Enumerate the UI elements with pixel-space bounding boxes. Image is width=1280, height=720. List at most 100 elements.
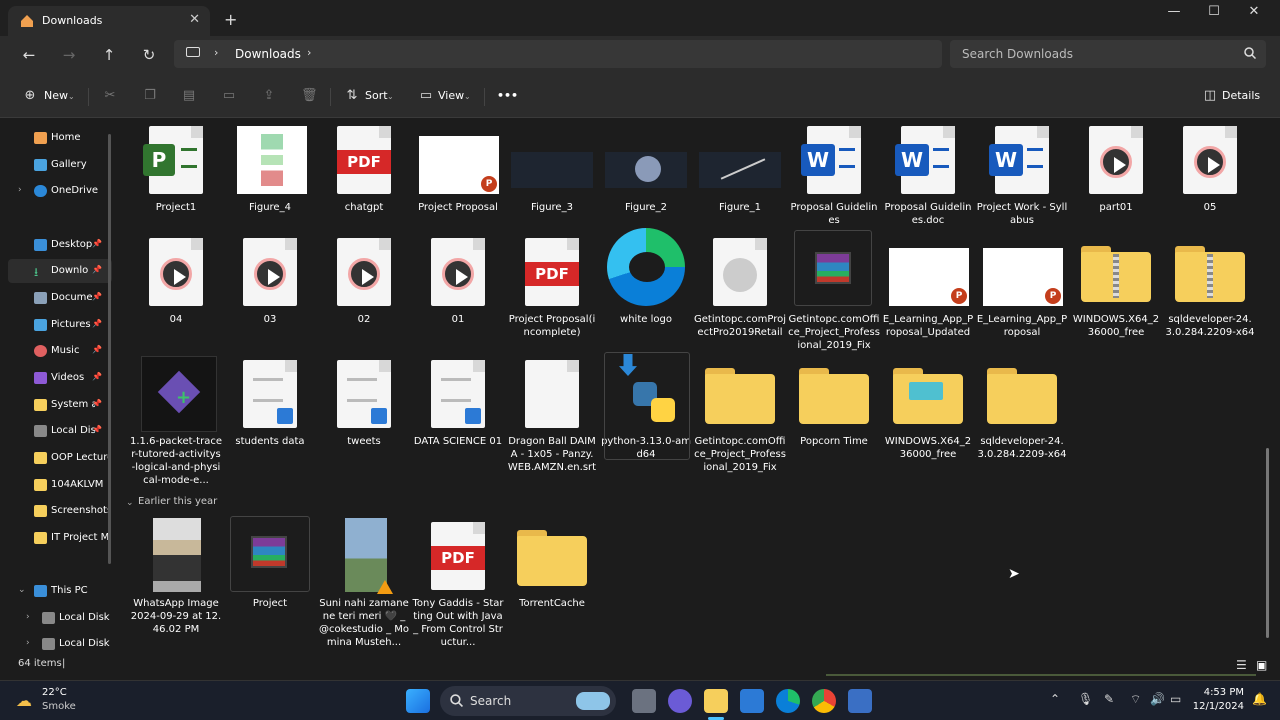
file-item[interactable]: Dragon Ball DAIMA - 1x05 - Panzy.WEB.AMZ…	[506, 356, 598, 474]
file-item[interactable]: Figure_3	[506, 122, 598, 214]
paste-icon[interactable]: ▤	[181, 88, 197, 104]
copy-icon[interactable]: ❐	[142, 88, 158, 104]
sidebar-item-onedrive[interactable]: › OneDrive	[8, 179, 112, 203]
delete-icon[interactable]: 🗑	[301, 88, 318, 104]
horizontal-scrollbar[interactable]	[826, 674, 1256, 676]
file-item[interactable]: Popcorn Time	[788, 356, 880, 448]
details-pane-icon[interactable]: ◫	[1202, 88, 1218, 104]
sidebar-item-it-project[interactable]: IT Project M	[8, 526, 112, 550]
minimize-button[interactable]: —	[1154, 4, 1194, 19]
chevron-up-icon[interactable]: ⌃	[1050, 692, 1060, 706]
sidebar-item-desktop[interactable]: Desktop 📌	[8, 233, 112, 257]
plus-circle-icon[interactable]: ⊕	[22, 88, 38, 104]
file-item[interactable]: Getintopc.comOffice_Project_Professional…	[788, 230, 880, 352]
tiles-view-icon[interactable]: ▣	[1256, 658, 1267, 672]
file-item[interactable]: WINDOWS.X64_236000_free	[1070, 234, 1162, 339]
chevron-right-icon[interactable]: ›	[214, 46, 218, 59]
edge-icon[interactable]	[776, 689, 800, 713]
file-item[interactable]: W Proposal Guidelines.doc	[882, 122, 974, 227]
group-header[interactable]: Earlier this year	[138, 496, 217, 507]
address-bar[interactable]: › Downloads ›	[174, 40, 942, 68]
chevron-down-icon[interactable]: ⌄	[464, 92, 471, 101]
chevron-right-icon[interactable]: ›	[18, 185, 22, 195]
maximize-button[interactable]: ☐	[1194, 4, 1234, 19]
file-item[interactable]: P Project1	[130, 122, 222, 214]
view-icon[interactable]: ▭	[418, 88, 434, 104]
sidebar-item-screenshots[interactable]: Screenshots	[8, 499, 112, 523]
taskbar-search[interactable]: Search	[440, 686, 616, 716]
clock-date[interactable]: 12/1/2024	[1193, 701, 1244, 712]
file-item[interactable]: 03	[224, 234, 316, 326]
cut-icon[interactable]: ✂	[102, 88, 118, 104]
file-item[interactable]: Figure_1	[694, 122, 786, 214]
back-icon[interactable]: ←	[17, 44, 41, 68]
chevron-down-icon[interactable]: ⌄	[18, 585, 26, 595]
file-item[interactable]: white logo	[600, 228, 692, 326]
file-item[interactable]: + 1.1.6-packet-tracer-tutored-activitys-…	[130, 356, 222, 487]
file-item[interactable]: W Proposal Guidelines	[788, 122, 880, 227]
sidebar-item-music[interactable]: Music 📌	[8, 339, 112, 363]
packet-tracer-taskbar-icon[interactable]	[848, 689, 872, 713]
file-item[interactable]: 04	[130, 234, 222, 326]
tab-downloads[interactable]: Downloads ✕	[8, 6, 210, 36]
file-item[interactable]: Suni nahi zamane ne teri meri 🖤 _ @cokes…	[318, 518, 410, 649]
tab-close-button[interactable]: ✕	[189, 12, 200, 27]
content-scrollbar[interactable]	[1266, 448, 1269, 638]
file-item[interactable]: Project	[224, 516, 316, 610]
chevron-right-icon[interactable]: ›	[307, 46, 311, 59]
sidebar-item-pictures[interactable]: Pictures 📌	[8, 313, 112, 337]
file-item[interactable]: 05	[1164, 122, 1256, 214]
chevron-down-icon[interactable]: ⌄	[387, 92, 394, 101]
sort-button[interactable]: Sort	[365, 89, 388, 102]
file-item[interactable]: sqldeveloper-24.3.0.284.2209-x64	[1164, 234, 1256, 339]
volume-icon[interactable]: 🔊	[1150, 692, 1165, 706]
vscode-icon[interactable]	[740, 689, 764, 713]
file-item[interactable]: sqldeveloper-24.3.0.284.2209-x64	[976, 356, 1068, 461]
refresh-icon[interactable]: ↻	[137, 44, 161, 68]
file-item[interactable]: Getintopc.comProjectPro2019Retail	[694, 234, 786, 339]
search-input[interactable]: Search Downloads	[950, 40, 1266, 68]
clock-time[interactable]: 4:53 PM	[1204, 687, 1244, 698]
up-icon[interactable]: ↑	[97, 44, 121, 68]
notification-bell-icon[interactable]: 🔔	[1252, 692, 1267, 706]
view-button[interactable]: View	[438, 89, 464, 102]
pen-icon[interactable]: ✎	[1104, 692, 1114, 706]
sort-icon[interactable]: ⇅	[344, 88, 360, 104]
sidebar-item-videos[interactable]: Videos 📌	[8, 366, 112, 390]
microphone-icon[interactable]: 🎙	[1078, 692, 1093, 706]
rename-icon[interactable]: ▭	[221, 88, 237, 104]
details-view-icon[interactable]: ☰	[1236, 658, 1247, 672]
file-item[interactable]: P E_Learning_App_Proposal_Updated	[882, 234, 974, 339]
file-item[interactable]: W Project Work - Syllabus	[976, 122, 1068, 227]
address-path[interactable]: Downloads	[235, 47, 301, 61]
file-item[interactable]: P E_Learning_App_Proposal	[976, 234, 1068, 339]
file-item[interactable]: WINDOWS.X64_236000_free	[882, 356, 974, 461]
forward-icon[interactable]: →	[57, 44, 81, 68]
teams-icon[interactable]	[668, 689, 692, 713]
file-item[interactable]: DATA SCIENCE 01	[412, 356, 504, 448]
weather-icon[interactable]: ☁	[16, 691, 32, 710]
close-button[interactable]: ✕	[1234, 4, 1274, 19]
file-item[interactable]: python-3.13.0-amd64	[600, 352, 692, 461]
chevron-down-icon[interactable]: ⌄	[126, 498, 134, 508]
sidebar-item-system[interactable]: System a 📌	[8, 393, 112, 417]
weather-temperature[interactable]: 22°C	[42, 687, 67, 698]
file-item[interactable]: PDF Tony Gaddis - Starting Out with Java…	[412, 518, 504, 649]
file-item[interactable]: TorrentCache	[506, 518, 598, 610]
sidebar-item-oop-lecture[interactable]: OOP Lecture	[8, 446, 112, 470]
sidebar-scrollbar[interactable]	[108, 134, 111, 564]
file-item[interactable]: Figure_4	[224, 122, 316, 214]
new-button[interactable]: New	[44, 89, 68, 102]
task-view-icon[interactable]	[632, 689, 656, 713]
sidebar-item-local-disk-d[interactable]: › Local Disk	[16, 632, 120, 656]
file-item[interactable]: Getintopc.comOffice_Project_Professional…	[694, 356, 786, 474]
file-item[interactable]: part01	[1070, 122, 1162, 214]
start-icon[interactable]	[406, 689, 430, 713]
file-item[interactable]: students data	[224, 356, 316, 448]
battery-icon[interactable]: ▭	[1170, 692, 1181, 706]
sidebar-item-local-disk-c[interactable]: › Local Disk	[16, 606, 120, 630]
file-item[interactable]: PDF Project Proposal(incomplete)	[506, 234, 598, 339]
more-options-button[interactable]: •••	[497, 89, 518, 102]
new-tab-button[interactable]: +	[224, 10, 237, 29]
share-icon[interactable]: ⇪	[261, 88, 277, 104]
